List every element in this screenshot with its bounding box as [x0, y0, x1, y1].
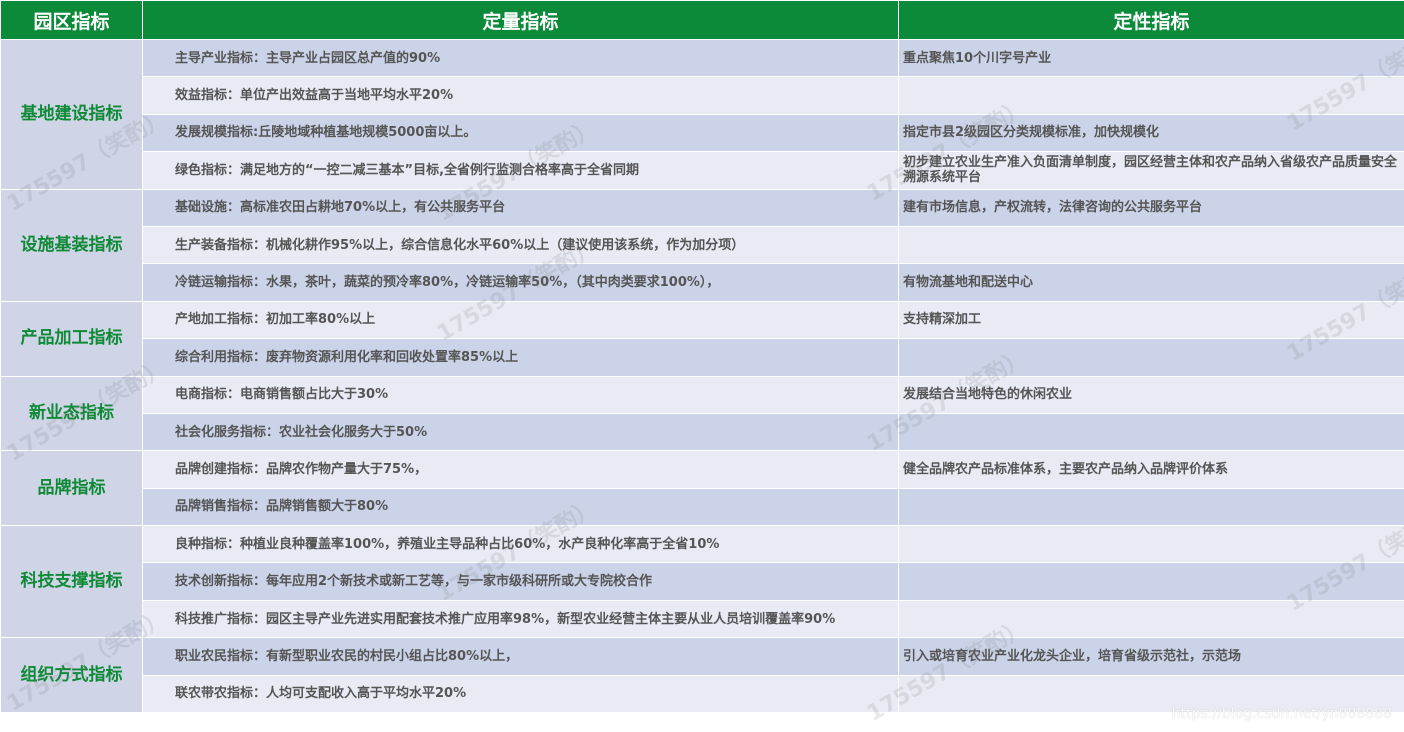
quantitative-cell: 冷链运输指标：水果，茶叶，蔬菜的预冷率80%，冷链运输率50%，（其中肉类要求1… — [142, 263, 899, 302]
table-row: 社会化服务指标：农业社会化服务大于50% — [1, 412, 1404, 452]
quantitative-cell: 效益指标：单位产出效益高于当地平均水平20% — [142, 76, 899, 115]
quantitative-cell: 良种指标：种植业良种覆盖率100%，养殖业主导品种占比60%，水产良种化率高于全… — [142, 525, 899, 564]
table-body: 基地建设指标 主导产业指标：主导产业占园区总产值的90% 重点聚焦10个川字号产… — [0, 38, 1404, 714]
qualitative-cell — [898, 412, 1404, 452]
qualitative-cell: 引入或培育农业产业化龙头企业，培育省级示范社，示范场 — [898, 637, 1404, 676]
table-row: 产品加工指标 产地加工指标：初加工率80%以上 支持精深加工 — [0, 300, 1404, 377]
category-cell: 品牌指标 — [0, 450, 143, 527]
qualitative-cell — [898, 76, 1404, 115]
category-cell: 设施基装指标 — [0, 188, 143, 302]
table-row: 科技推广指标：园区主导产业先进实用配套技术推广应用率98%，新型农业经营主体主要… — [1, 599, 1404, 639]
quantitative-cell: 绿色指标：满足地方的“一控二减三基本”目标,全省例行监测合格率高于全省同期 — [142, 151, 899, 190]
table-row: 设施基装指标 基础设施：高标准农田占耕地70%以上，有公共服务平台 建有市场信息… — [0, 188, 1404, 302]
source-url: https://blog.csdn.net/yn888888 — [1171, 706, 1392, 722]
indicator-table: 园区指标 定量指标 定性指标 基地建设指标 主导产业指标：主导产业占园区总产值的… — [0, 0, 1404, 714]
category-cell: 新业态指标 — [0, 375, 143, 452]
qualitative-cell — [898, 599, 1404, 639]
category-cell: 科技支撑指标 — [0, 525, 143, 639]
table-row: 新业态指标 电商指标：电商销售额占比大于30% 发展结合当地特色的休闲农业 — [0, 375, 1404, 452]
table-row: 生产装备指标：机械化耕作95%以上，综合信息化水平60%以上（建议使用该系统，作… — [1, 225, 1404, 265]
qualitative-cell: 发展结合当地特色的休闲农业 — [898, 375, 1404, 414]
qualitative-cell — [898, 487, 1404, 527]
quantitative-cell: 基础设施：高标准农田占耕地70%以上，有公共服务平台 — [142, 188, 899, 227]
qualitative-cell — [898, 562, 1404, 601]
table-row: 冷链运输指标：水果，茶叶，蔬菜的预冷率80%，冷链运输率50%，（其中肉类要求1… — [1, 263, 1404, 302]
quantitative-cell: 电商指标：电商销售额占比大于30% — [142, 375, 899, 414]
table-row: 组织方式指标 职业农民指标：有新型职业农民的村民小组占比80%以上， 引入或培育… — [0, 637, 1404, 714]
quantitative-cell: 发展规模指标:丘陵地域种植基地规模5000亩以上。 — [142, 113, 899, 153]
qualitative-cell — [898, 338, 1404, 377]
category-cell: 组织方式指标 — [0, 637, 143, 714]
table-row: 科技支撑指标 良种指标：种植业良种覆盖率100%，养殖业主导品种占比60%，水产… — [0, 525, 1404, 639]
quantitative-cell: 品牌销售指标：品牌销售额大于80% — [142, 487, 899, 527]
qualitative-cell: 支持精深加工 — [898, 300, 1404, 340]
quantitative-cell: 生产装备指标：机械化耕作95%以上，综合信息化水平60%以上（建议使用该系统，作… — [142, 225, 899, 265]
table-row: 绿色指标：满足地方的“一控二减三基本”目标,全省例行监测合格率高于全省同期 初步… — [1, 151, 1404, 190]
table-header-row: 园区指标 定量指标 定性指标 — [0, 0, 1404, 40]
qualitative-cell — [898, 525, 1404, 564]
category-cell: 基地建设指标 — [0, 39, 143, 190]
qualitative-cell: 建有市场信息，产权流转，法律咨询的公共服务平台 — [898, 188, 1404, 227]
table-row: 效益指标：单位产出效益高于当地平均水平20% — [1, 76, 1404, 115]
quantitative-cell: 主导产业指标：主导产业占园区总产值的90% — [142, 38, 899, 78]
header-qualitative: 定性指标 — [898, 0, 1404, 40]
header-park-indicator: 园区指标 — [0, 0, 143, 40]
qualitative-cell — [898, 225, 1404, 265]
table-row: 综合利用指标：废弃物资源利用化率和回收处置率85%以上 — [1, 338, 1404, 377]
table-row: 技术创新指标：每年应用2个新技术或新工艺等，与一家市级科研所或大专院校合作 — [1, 562, 1404, 601]
qualitative-cell: 指定市县2级园区分类规模标准，加快规模化 — [898, 113, 1404, 153]
quantitative-cell: 社会化服务指标：农业社会化服务大于50% — [142, 412, 899, 452]
quantitative-cell: 技术创新指标：每年应用2个新技术或新工艺等，与一家市级科研所或大专院校合作 — [142, 562, 899, 601]
qualitative-cell: 重点聚焦10个川字号产业 — [898, 38, 1404, 78]
qualitative-cell: 健全品牌农产品标准体系，主要农产品纳入品牌评价体系 — [898, 450, 1404, 489]
quantitative-cell: 综合利用指标：废弃物资源利用化率和回收处置率85%以上 — [142, 338, 899, 377]
quantitative-cell: 科技推广指标：园区主导产业先进实用配套技术推广应用率98%，新型农业经营主体主要… — [142, 599, 899, 639]
quantitative-cell: 产地加工指标：初加工率80%以上 — [142, 300, 899, 340]
qualitative-cell: 初步建立农业生产准入负面清单制度，园区经营主体和农产品纳入省级农产品质量安全溯源… — [898, 151, 1404, 190]
table-row: 发展规模指标:丘陵地域种植基地规模5000亩以上。 指定市县2级园区分类规模标准… — [1, 113, 1404, 153]
qualitative-cell: 有物流基地和配送中心 — [898, 263, 1404, 302]
table-row: 品牌指标 品牌创建指标：品牌农作物产量大于75%， 健全品牌农产品标准体系，主要… — [0, 450, 1404, 527]
quantitative-cell: 职业农民指标：有新型职业农民的村民小组占比80%以上， — [142, 637, 899, 676]
quantitative-cell: 联农带农指标：人均可支配收入高于平均水平20% — [142, 674, 899, 714]
table-row: 品牌销售指标：品牌销售额大于80% — [1, 487, 1404, 527]
header-quantitative: 定量指标 — [142, 0, 899, 40]
quantitative-cell: 品牌创建指标：品牌农作物产量大于75%， — [142, 450, 899, 489]
table-row: 基地建设指标 主导产业指标：主导产业占园区总产值的90% 重点聚焦10个川字号产… — [0, 38, 1404, 190]
category-cell: 产品加工指标 — [0, 300, 143, 377]
